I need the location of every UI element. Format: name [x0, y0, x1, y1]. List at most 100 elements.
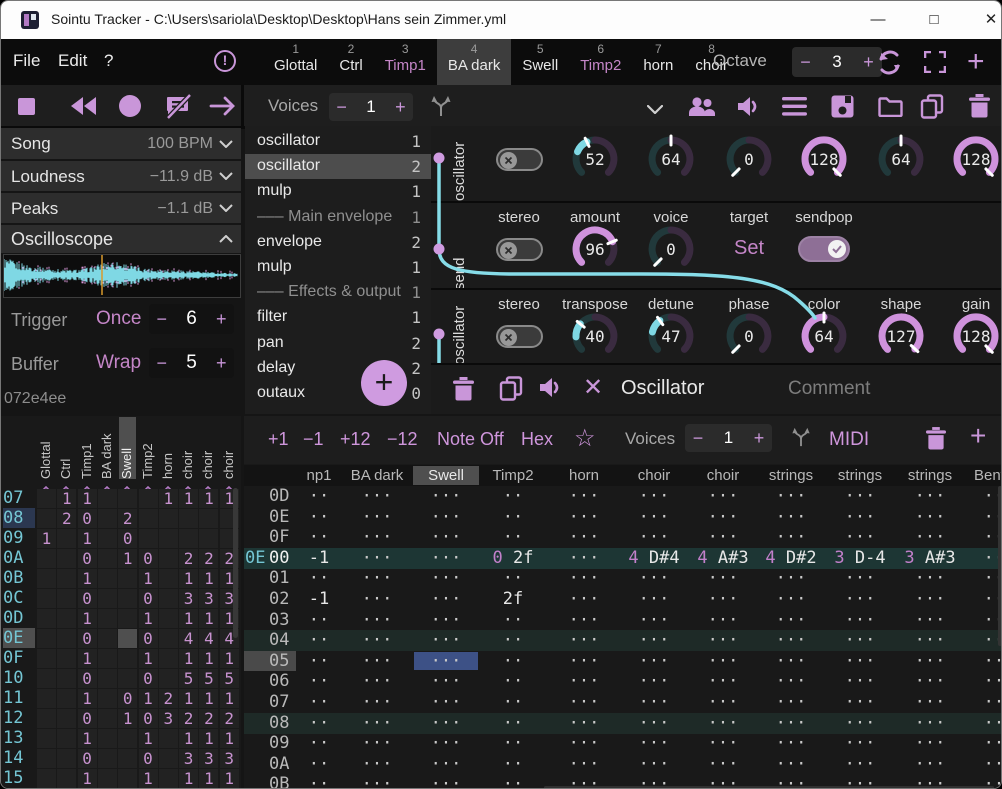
pattern-cell[interactable]: 3 A#3: [897, 548, 963, 569]
pattern-cell[interactable]: ···: [344, 486, 410, 507]
pattern-cell[interactable]: ··: [286, 486, 352, 507]
pattern-cell[interactable]: ···: [621, 754, 687, 775]
midi-button[interactable]: MIDI: [829, 429, 869, 451]
order-cell[interactable]: [57, 569, 76, 588]
order-cell[interactable]: 2: [220, 709, 239, 728]
order-cell[interactable]: 2: [179, 549, 198, 568]
order-cell[interactable]: [159, 649, 178, 668]
pattern-cell[interactable]: ··: [480, 692, 546, 713]
tab-ba-dark[interactable]: 4BA dark: [437, 39, 512, 85]
pattern-cell[interactable]: ···: [413, 507, 479, 528]
order-cell[interactable]: [98, 689, 117, 708]
pattern-cell[interactable]: ···: [897, 630, 963, 651]
pattern-cell[interactable]: ···: [827, 527, 893, 548]
unit-list-item[interactable]: oscillator2: [245, 154, 431, 179]
pattern-cell[interactable]: ···: [897, 754, 963, 775]
transpose-plus12-button[interactable]: +12: [340, 429, 371, 450]
add-track-icon[interactable]: +: [967, 45, 985, 79]
pattern-voices-plus-button[interactable]: +: [746, 424, 772, 452]
pattern-cell[interactable]: ···: [827, 713, 893, 734]
pattern-cell[interactable]: ··: [480, 671, 546, 692]
pattern-cell[interactable]: ···: [897, 527, 963, 548]
pattern-cell[interactable]: ···: [344, 692, 410, 713]
pattern-cell[interactable]: ··: [480, 507, 546, 528]
pattern-cell[interactable]: ···: [621, 630, 687, 651]
pattern-cell[interactable]: ···: [344, 733, 410, 754]
order-column-header-choir[interactable]: choir: [221, 417, 238, 479]
order-cell[interactable]: [57, 609, 76, 628]
order-cell[interactable]: [37, 629, 56, 648]
pattern-cell[interactable]: ···: [413, 589, 479, 610]
pattern-cell[interactable]: ···: [621, 486, 687, 507]
pattern-cell[interactable]: ···: [413, 774, 479, 789]
pattern-cell[interactable]: ··: [286, 630, 352, 651]
order-cell[interactable]: 1: [179, 569, 198, 588]
pattern-cell[interactable]: ··: [286, 610, 352, 631]
pattern-cell[interactable]: ···: [551, 527, 617, 548]
pattern-cell[interactable]: ··: [286, 774, 352, 789]
transpose-minus1-button[interactable]: −1: [303, 429, 324, 450]
order-cell[interactable]: 1: [139, 609, 158, 628]
pattern-cell[interactable]: ···: [344, 527, 410, 548]
pattern-track-header-bentstr[interactable]: BentStr: [966, 466, 1002, 485]
toggle-stereo[interactable]: [496, 148, 543, 171]
pattern-cell[interactable]: ···: [413, 713, 479, 734]
order-column-header-choir[interactable]: choir: [200, 417, 217, 479]
pattern-cell[interactable]: ···: [897, 507, 963, 528]
order-cell[interactable]: [159, 609, 178, 628]
order-cell[interactable]: [118, 569, 137, 588]
pattern-cell[interactable]: ···: [621, 589, 687, 610]
order-cell[interactable]: 1: [199, 609, 218, 628]
order-cell[interactable]: [98, 749, 117, 768]
pattern-cell[interactable]: ···: [690, 527, 756, 548]
unit-section-oscillator[interactable]: oscillatorstereotranspose40detune47phase…: [431, 288, 1002, 363]
loop-icon[interactable]: [876, 49, 903, 81]
order-cell[interactable]: 1: [179, 689, 198, 708]
pattern-cell[interactable]: ···: [827, 486, 893, 507]
order-cell[interactable]: 1: [199, 729, 218, 748]
order-cell[interactable]: [98, 509, 117, 528]
order-cell[interactable]: 1: [159, 489, 178, 508]
order-cell[interactable]: 2: [159, 689, 178, 708]
order-cell[interactable]: 1: [78, 649, 97, 668]
order-cell[interactable]: 0: [78, 549, 97, 568]
pattern-cell[interactable]: 4 A#3: [690, 548, 756, 569]
pattern-cell[interactable]: ···: [827, 651, 893, 672]
pattern-cell[interactable]: ···: [344, 630, 410, 651]
pattern-cell[interactable]: 4 D#4: [621, 548, 687, 569]
param-set-button[interactable]: Set: [709, 237, 789, 260]
order-cell[interactable]: [199, 509, 218, 528]
pattern-cell[interactable]: ···: [758, 527, 824, 548]
menu-lines-icon[interactable]: [782, 97, 807, 121]
pattern-cell[interactable]: ···: [413, 630, 479, 651]
order-cell[interactable]: [118, 489, 137, 508]
pattern-cell[interactable]: ···: [827, 692, 893, 713]
order-row-label[interactable]: 10: [3, 668, 35, 688]
maximize-button[interactable]: □: [912, 1, 956, 38]
order-cell[interactable]: [57, 769, 76, 788]
pattern-cell[interactable]: ···: [758, 651, 824, 672]
pattern-cell[interactable]: ···: [621, 568, 687, 589]
order-column-header-timp1[interactable]: Timp1: [79, 417, 96, 479]
pattern-cell[interactable]: ···: [551, 630, 617, 651]
pattern-cell[interactable]: ···: [690, 671, 756, 692]
add-pattern-icon[interactable]: +: [970, 420, 986, 452]
order-cell[interactable]: [159, 589, 178, 608]
pattern-cell[interactable]: ··: [480, 630, 546, 651]
unit-comment-field[interactable]: Comment: [788, 378, 870, 400]
pattern-cell[interactable]: ··: [480, 568, 546, 589]
order-cell[interactable]: 1: [139, 649, 158, 668]
pattern-cell[interactable]: ··: [286, 651, 352, 672]
order-cell[interactable]: 1: [199, 489, 218, 508]
order-cell[interactable]: 3: [199, 749, 218, 768]
pattern-cell[interactable]: ··: [480, 754, 546, 775]
toggle-stereo[interactable]: [496, 325, 543, 348]
pattern-cell[interactable]: ···: [758, 713, 824, 734]
order-cell[interactable]: 1: [199, 649, 218, 668]
folder-icon[interactable]: [878, 97, 903, 122]
unit-list-item[interactable]: mulp1: [245, 179, 431, 204]
order-row-label[interactable]: 15: [3, 768, 35, 788]
order-cell[interactable]: [159, 529, 178, 548]
order-cell[interactable]: [118, 769, 137, 788]
pattern-cell[interactable]: ···: [758, 486, 824, 507]
